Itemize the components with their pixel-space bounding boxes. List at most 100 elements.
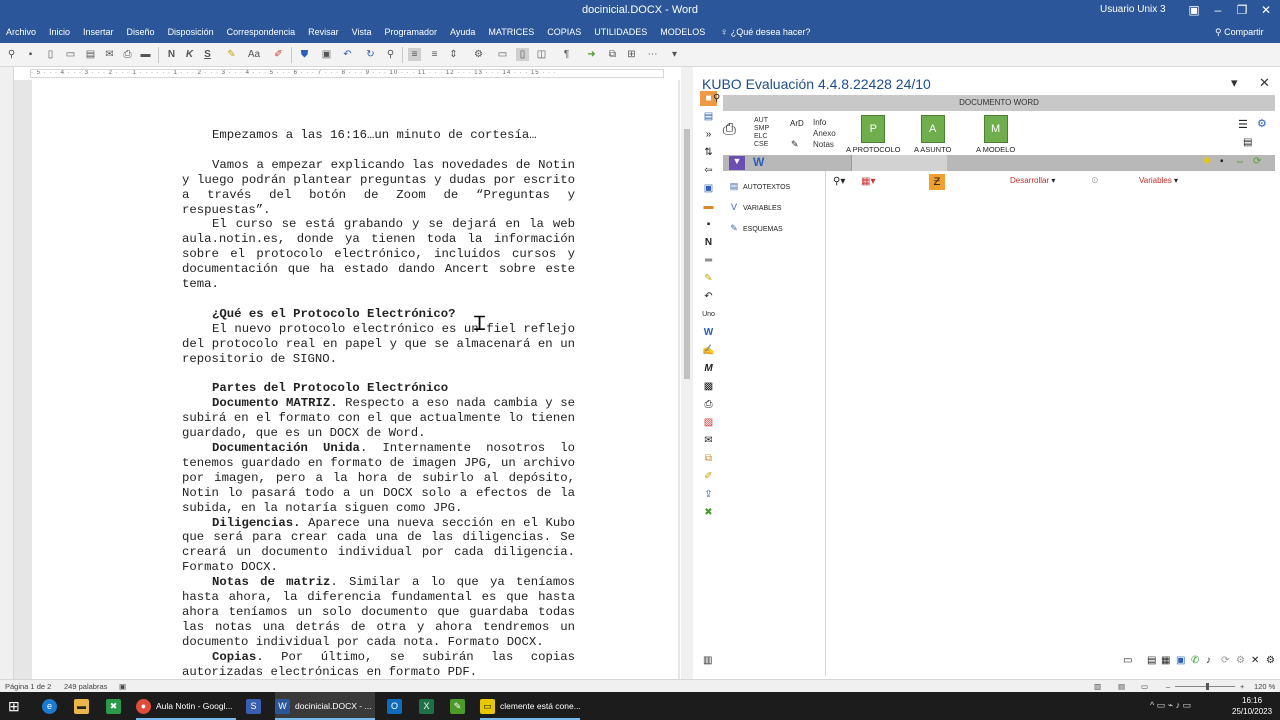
settings-icon[interactable]: ⚙	[1257, 117, 1267, 130]
align-left-icon[interactable]: ≡	[408, 48, 421, 61]
save-as-icon[interactable]: ▤	[84, 48, 97, 61]
taskbar-chrome[interactable]: ● Aula Notin - Googl...	[136, 692, 236, 720]
two-pages-icon[interactable]: ◫	[535, 48, 548, 61]
kubo-folder-icon[interactable]: ▬	[700, 199, 717, 214]
window-icon[interactable]: ▤	[1147, 655, 1156, 666]
customize-toolbar-icon[interactable]: ▾	[668, 48, 681, 61]
clear-format-icon[interactable]: ✐	[272, 48, 285, 61]
label-aut[interactable]: AUT	[754, 117, 769, 125]
copy-format-icon[interactable]: ⧉	[606, 48, 619, 61]
anexo-link[interactable]: Anexo	[813, 128, 836, 139]
kubo-copy-icon[interactable]: ⧉	[700, 451, 717, 466]
tools-icon[interactable]: ✕	[1251, 655, 1259, 666]
read-mode-icon[interactable]: ▥	[1094, 682, 1101, 691]
tab-ayuda[interactable]: Ayuda	[444, 24, 482, 42]
redo-icon[interactable]: ↻	[364, 48, 377, 61]
paragraph-curso[interactable]: El curso se está grabando y se dejará en…	[182, 217, 575, 292]
link-icon[interactable]: ⊙	[1091, 175, 1099, 186]
zoom-slider-knob[interactable]	[1206, 683, 1209, 690]
tab-utilidades[interactable]: UTILIDADES	[588, 24, 654, 42]
refresh-icon[interactable]: ⟳	[1253, 156, 1261, 167]
app-x-taskbar-icon[interactable]: ✖	[106, 692, 126, 720]
chat-icon[interactable]: ▭	[1123, 655, 1132, 666]
paragraph-nuevo-protocolo[interactable]: El nuevo protocolo electrónico es un fie…	[182, 322, 575, 367]
ribbon-display-icon[interactable]: ▣	[1182, 2, 1206, 18]
paragraph-diligencias[interactable]: Diligencias. Aparece una nueva sección e…	[182, 516, 575, 576]
tab-insertar[interactable]: Insertar	[77, 24, 121, 42]
italic-button[interactable]: K	[183, 48, 196, 61]
restore-icon[interactable]: ❐	[1230, 2, 1254, 18]
kubo-expand-icon[interactable]: »	[700, 127, 717, 142]
monitor-icon[interactable]: ▣	[1176, 655, 1185, 666]
paragraph-matriz[interactable]: Documento MATRIZ. Respecto a eso nada ca…	[182, 396, 575, 441]
zoom-slider[interactable]	[1175, 686, 1235, 687]
kubo-printer-large-icon[interactable]: ⎙	[723, 121, 736, 139]
variables-dropdown[interactable]: Variables ▾	[1139, 176, 1178, 185]
kubo-word-icon[interactable]: W	[700, 325, 717, 340]
phone-icon[interactable]: ✆	[1191, 655, 1199, 666]
label-smp[interactable]: SMP	[754, 125, 769, 133]
zoom-in-icon[interactable]: +	[1240, 682, 1244, 691]
taskbar-clock[interactable]: 16:16 25/10/2023	[1232, 695, 1272, 717]
tab-disposicion[interactable]: Disposición	[162, 24, 221, 42]
a-protocolo-button[interactable]: P A PROTOCOLO	[846, 115, 900, 154]
sidebar-item-variables[interactable]: V VARIABLES	[729, 202, 781, 212]
more-options-icon[interactable]: ⋯	[646, 48, 659, 61]
kubo-x-icon[interactable]: ✖	[700, 505, 717, 520]
user-name[interactable]: Usuario Unix 3	[1100, 4, 1166, 15]
document-options-icon[interactable]: ▤	[1243, 137, 1252, 148]
kubo-equal-icon[interactable]: ═	[700, 253, 717, 268]
kubo-zoom-icon[interactable]: ⚲	[713, 93, 720, 104]
print-icon[interactable]: ⎙	[121, 48, 134, 61]
heading-protocolo[interactable]: ¿Qué es el Protocolo Electrónico?	[182, 307, 575, 322]
web-layout-icon[interactable]: ▭	[1141, 682, 1148, 691]
paste-icon[interactable]: ▣	[320, 48, 333, 61]
sidebar-item-esquemas[interactable]: ✎ ESQUEMAS	[729, 223, 782, 233]
share-button[interactable]: ⚲ Compartir	[1215, 27, 1264, 38]
tab-correspondencia[interactable]: Correspondencia	[221, 24, 303, 42]
close-panel-icon[interactable]: ✕	[1259, 75, 1270, 91]
bold-button[interactable]: N	[165, 48, 178, 61]
kubo-export-icon[interactable]: ⇪	[700, 487, 717, 502]
macro-icon[interactable]: ➜	[585, 48, 598, 61]
search-icon[interactable]: ⚲	[5, 48, 18, 61]
kubo-sort-icon[interactable]: ⇅	[700, 145, 717, 160]
email-icon[interactable]: ✉	[103, 48, 116, 61]
save-icon[interactable]: ▪	[24, 48, 37, 61]
kubo-pen-icon[interactable]: ✐	[700, 469, 717, 484]
kubo-ard-button[interactable]: ArD	[790, 119, 804, 128]
pilcrow-icon[interactable]: ¶	[560, 48, 573, 61]
kubo-doc-icon[interactable]: ▼	[729, 156, 745, 170]
font-case-button[interactable]: Aa	[246, 48, 262, 61]
search-icon[interactable]: ⚲▾	[833, 176, 845, 187]
paragraph-notas[interactable]: Notas de matriz. Similar a lo que ya ten…	[182, 575, 575, 650]
label-elc[interactable]: ELC	[754, 133, 769, 141]
kubo-save-icon[interactable]: ▪	[1220, 156, 1224, 167]
print-layout-icon[interactable]: ▤	[1118, 682, 1125, 691]
kubo-book-icon[interactable]: ▥	[703, 655, 712, 666]
tab-modelos[interactable]: MODELOS	[654, 24, 712, 42]
outlook-taskbar-icon[interactable]: O	[387, 692, 407, 720]
app-green-taskbar-icon[interactable]: ✎	[450, 692, 470, 720]
heading-partes[interactable]: Partes del Protocolo Electrónico	[182, 381, 575, 396]
align-justify-icon[interactable]: ≡	[428, 48, 441, 61]
desarrollar-dropdown[interactable]: Desarrollar ▾	[1010, 176, 1055, 185]
kubo-arrow-icon[interactable]: ⇦	[700, 163, 717, 178]
explorer-taskbar-icon[interactable]: ▬	[74, 692, 94, 720]
windows-start-icon[interactable]: ⊞	[8, 692, 20, 720]
undo-icon[interactable]: ↶	[341, 48, 354, 61]
zoom-level[interactable]: 120 %	[1254, 682, 1275, 691]
tab-diseno[interactable]: Diseño	[121, 24, 162, 42]
paragraph-unida[interactable]: Documentación Unida. Internamente nosotr…	[182, 441, 575, 516]
tab-revisar[interactable]: Revisar	[302, 24, 346, 42]
kubo-tool-icon[interactable]: ✎	[791, 139, 799, 150]
tab-copias[interactable]: COPIAS	[541, 24, 588, 42]
gear-icon[interactable]: ⚙	[1266, 655, 1275, 666]
kubo-n-icon[interactable]: N	[700, 235, 717, 250]
kubo-mail-icon[interactable]: ✉	[700, 433, 717, 448]
list-view-icon[interactable]: ☰	[1238, 118, 1248, 131]
shield-icon[interactable]: ⛊	[298, 48, 311, 61]
calendar-icon[interactable]: ▦▾	[861, 176, 875, 187]
notas-link[interactable]: Notas	[813, 139, 836, 150]
kubo-save-icon[interactable]: ▪	[700, 217, 717, 232]
